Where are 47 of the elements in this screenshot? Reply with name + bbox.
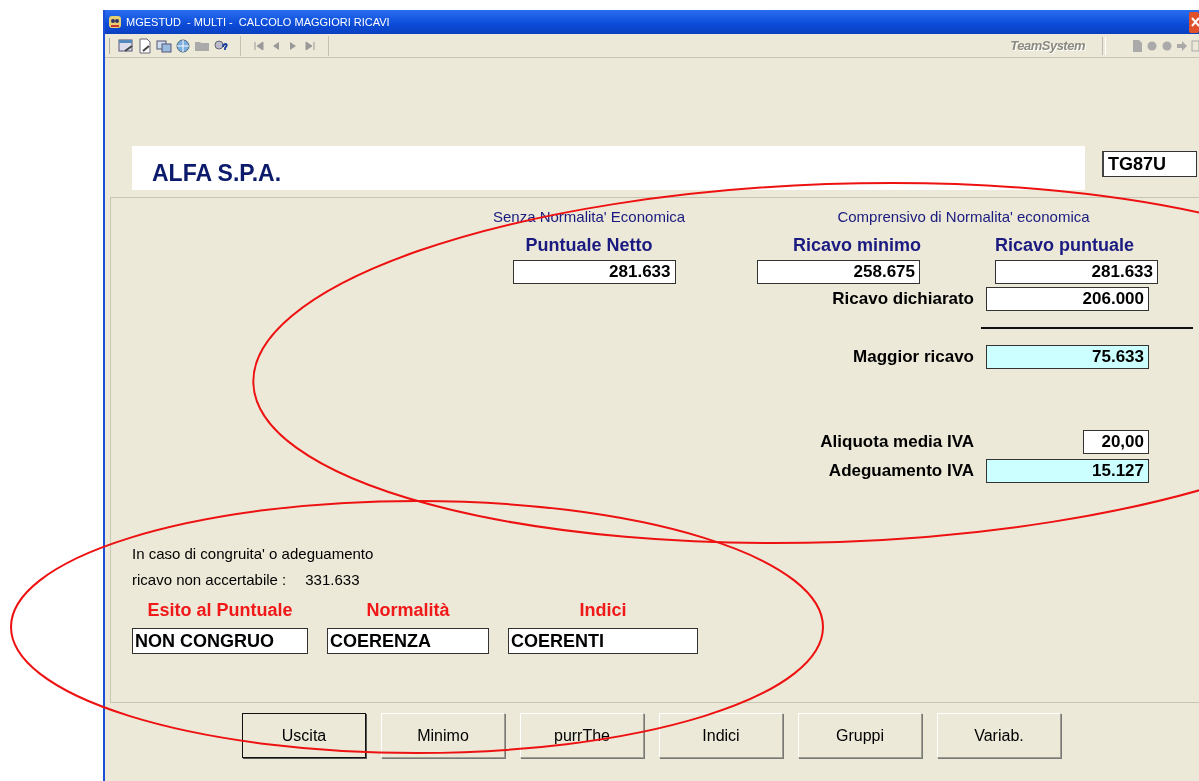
app-icon: [108, 15, 122, 29]
document-icon[interactable]: [137, 37, 153, 54]
outcome-label: Normalità: [365, 600, 451, 622]
outcome-field: COERENZA: [327, 628, 489, 654]
action-button[interactable]: Minimo: [381, 713, 505, 758]
dot-icon[interactable]: [1146, 39, 1158, 52]
code-field: TG87U: [1102, 151, 1197, 177]
column-heading: Ricavo minimo: [792, 234, 922, 257]
field-label: Aliquota media IVA: [819, 431, 975, 452]
value-field: 75.633: [986, 344, 1149, 369]
value-field: 258.675: [757, 260, 920, 284]
globe-icon[interactable]: [175, 37, 191, 54]
action-button[interactable]: Indici: [659, 713, 783, 758]
column-heading: Ricavo puntuale: [994, 234, 1136, 257]
group-heading: Comprensivo di Normalita' economica: [836, 208, 1091, 227]
value-field: 281.633: [512, 260, 676, 284]
group-heading: Senza Normalita' Economica: [491, 208, 687, 227]
first-record-icon[interactable]: [252, 38, 266, 53]
action-button[interactable]: Gruppi: [798, 713, 922, 758]
field-label: Adeguamento IVA: [827, 460, 975, 481]
close-icon[interactable]: [1189, 11, 1199, 33]
field-label: Maggior ricavo: [852, 346, 975, 367]
field-label: Ricavo dichiarato: [831, 288, 975, 309]
column-heading: Puntuale Netto: [524, 234, 654, 257]
window-icon[interactable]: [118, 37, 134, 54]
value-field: 206.000: [986, 286, 1149, 311]
brand-logo: TeamSystem: [1010, 38, 1085, 53]
value-field: 20,00: [1083, 429, 1149, 454]
windows-icon[interactable]: [156, 37, 172, 54]
outcome-label: Esito al Puntuale: [146, 600, 294, 622]
value-field: 15.127: [986, 458, 1149, 483]
outcome-label: Indici: [578, 600, 628, 622]
action-button[interactable]: Variab.: [937, 713, 1061, 758]
note-text: In caso di congruita' o adeguamento: [132, 545, 375, 562]
action-button[interactable]: purrThe: [520, 713, 644, 758]
value-field: 281.633: [995, 260, 1158, 284]
company-name: ALFA S.P.A.: [151, 159, 282, 187]
arrow-icon[interactable]: [1176, 39, 1188, 52]
outcome-field: COERENTI: [508, 628, 698, 654]
action-button[interactable]: Uscita: [242, 713, 366, 758]
note-value: 331.633: [305, 571, 360, 588]
dot-icon[interactable]: [1161, 39, 1173, 52]
outcome-field: NON CONGRUO: [132, 628, 308, 654]
note-label: ricavo non accertabile :: [132, 571, 287, 588]
window-title: MGESTUD - MULTI - CALCOLO MAGGIORI RICAVI: [126, 16, 390, 28]
page-icon[interactable]: [1131, 38, 1143, 53]
last-record-icon[interactable]: [303, 38, 317, 53]
